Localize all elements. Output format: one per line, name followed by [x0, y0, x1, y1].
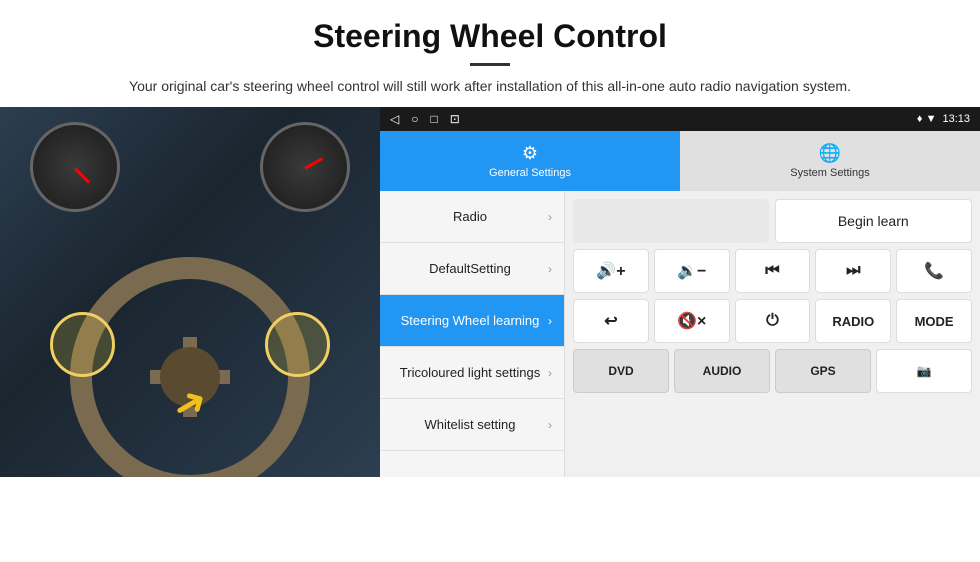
mode-button[interactable]: MODE — [896, 299, 972, 343]
globe-icon: 🌐 — [819, 143, 841, 164]
speedometer-left — [30, 122, 120, 212]
dvd-button[interactable]: DVD — [573, 349, 669, 393]
hangup-button[interactable]: ↩ — [573, 299, 649, 343]
signal-icon: ♦ ▼ — [917, 113, 937, 125]
back-icon: ◁ — [390, 112, 399, 126]
phone-icon: 📞 — [924, 261, 944, 281]
control-row-2: ↩ 🔇× ⏻ RADIO MODE — [573, 299, 972, 343]
page-subtitle: Your original car's steering wheel contr… — [40, 76, 940, 97]
tab-general-label: General Settings — [489, 167, 571, 179]
power-button[interactable]: ⏻ — [735, 299, 811, 343]
chevron-icon: › — [548, 366, 552, 380]
volume-down-icon: 🔉− — [677, 261, 706, 281]
empty-cell — [573, 199, 769, 243]
speedometer-right — [260, 122, 350, 212]
content-area: ➜ ◁ ○ □ ⊡ ♦ ▼ 13:13 ⚙ — [0, 107, 980, 477]
mode-label: MODE — [915, 314, 954, 329]
dvd-label: DVD — [608, 364, 633, 378]
page-header: Steering Wheel Control Your original car… — [0, 0, 980, 107]
control-row-1: 🔊+ 🔉− ⏮ ⏭ 📞 — [573, 249, 972, 293]
title-divider — [470, 63, 510, 66]
volume-up-button[interactable]: 🔊+ — [573, 249, 649, 293]
chevron-icon: › — [548, 314, 552, 328]
menu-item-radio[interactable]: Radio › — [380, 191, 564, 243]
menu-tricoloured-label: Tricoloured light settings — [392, 365, 548, 381]
begin-learn-button[interactable]: Begin learn — [775, 199, 973, 243]
camera-icon: 📷 — [917, 364, 932, 378]
main-content: Radio › DefaultSetting › Steering Wheel … — [380, 191, 980, 477]
highlight-right — [265, 312, 330, 377]
begin-learn-row: Begin learn — [573, 199, 972, 243]
menu-default-label: DefaultSetting — [392, 261, 548, 277]
android-screen: ◁ ○ □ ⊡ ♦ ▼ 13:13 ⚙ General Settings 🌐 — [380, 107, 980, 477]
chevron-icon: › — [548, 210, 552, 224]
chevron-icon: › — [548, 262, 552, 276]
tab-bar: ⚙ General Settings 🌐 System Settings — [380, 131, 980, 191]
right-panel: Begin learn 🔊+ 🔉− ⏮ — [565, 191, 980, 477]
mute-button[interactable]: 🔇× — [654, 299, 730, 343]
page-container: Steering Wheel Control Your original car… — [0, 0, 980, 562]
next-track-button[interactable]: ⏭ — [815, 249, 891, 293]
next-icon: ⏭ — [846, 262, 860, 280]
gps-button[interactable]: GPS — [775, 349, 871, 393]
status-bar-right: ♦ ▼ 13:13 — [917, 113, 970, 125]
steering-wheel-image: ➜ — [0, 107, 380, 477]
begin-learn-label: Begin learn — [838, 213, 909, 229]
menu-item-steering[interactable]: Steering Wheel learning › — [380, 295, 564, 347]
page-title: Steering Wheel Control — [40, 18, 940, 55]
menu-whitelist-label: Whitelist setting — [392, 417, 548, 433]
menu-list: Radio › DefaultSetting › Steering Wheel … — [380, 191, 565, 477]
home-icon: ○ — [411, 112, 418, 126]
phone-button[interactable]: 📞 — [896, 249, 972, 293]
screenshot-icon: ⊡ — [450, 112, 460, 126]
control-row-3: DVD AUDIO GPS 📷 — [573, 349, 972, 393]
radio-button[interactable]: RADIO — [815, 299, 891, 343]
hangup-icon: ↩ — [604, 311, 617, 331]
gps-label: GPS — [810, 364, 835, 378]
radio-label: RADIO — [832, 314, 874, 329]
camera-button[interactable]: 📷 — [876, 349, 972, 393]
tab-system-label: System Settings — [790, 167, 869, 179]
audio-button[interactable]: AUDIO — [674, 349, 770, 393]
tab-system-settings[interactable]: 🌐 System Settings — [680, 131, 980, 191]
chevron-icon: › — [548, 418, 552, 432]
menu-radio-label: Radio — [392, 209, 548, 225]
prev-icon: ⏮ — [765, 262, 779, 280]
prev-track-button[interactable]: ⏮ — [735, 249, 811, 293]
menu-steering-label: Steering Wheel learning — [392, 313, 548, 329]
status-bar-left: ◁ ○ □ ⊡ — [390, 112, 460, 126]
tab-general-settings[interactable]: ⚙ General Settings — [380, 131, 680, 191]
menu-item-defaultsetting[interactable]: DefaultSetting › — [380, 243, 564, 295]
volume-up-icon: 🔊+ — [596, 261, 625, 281]
power-icon: ⏻ — [766, 312, 779, 330]
time-display: 13:13 — [942, 113, 970, 125]
highlight-left — [50, 312, 115, 377]
recents-icon: □ — [430, 112, 437, 126]
menu-item-whitelist[interactable]: Whitelist setting › — [380, 399, 564, 451]
mute-icon: 🔇× — [677, 311, 706, 331]
gear-icon: ⚙ — [522, 143, 538, 164]
audio-label: AUDIO — [703, 364, 742, 378]
menu-item-tricoloured[interactable]: Tricoloured light settings › — [380, 347, 564, 399]
status-bar: ◁ ○ □ ⊡ ♦ ▼ 13:13 — [380, 107, 980, 131]
volume-down-button[interactable]: 🔉− — [654, 249, 730, 293]
